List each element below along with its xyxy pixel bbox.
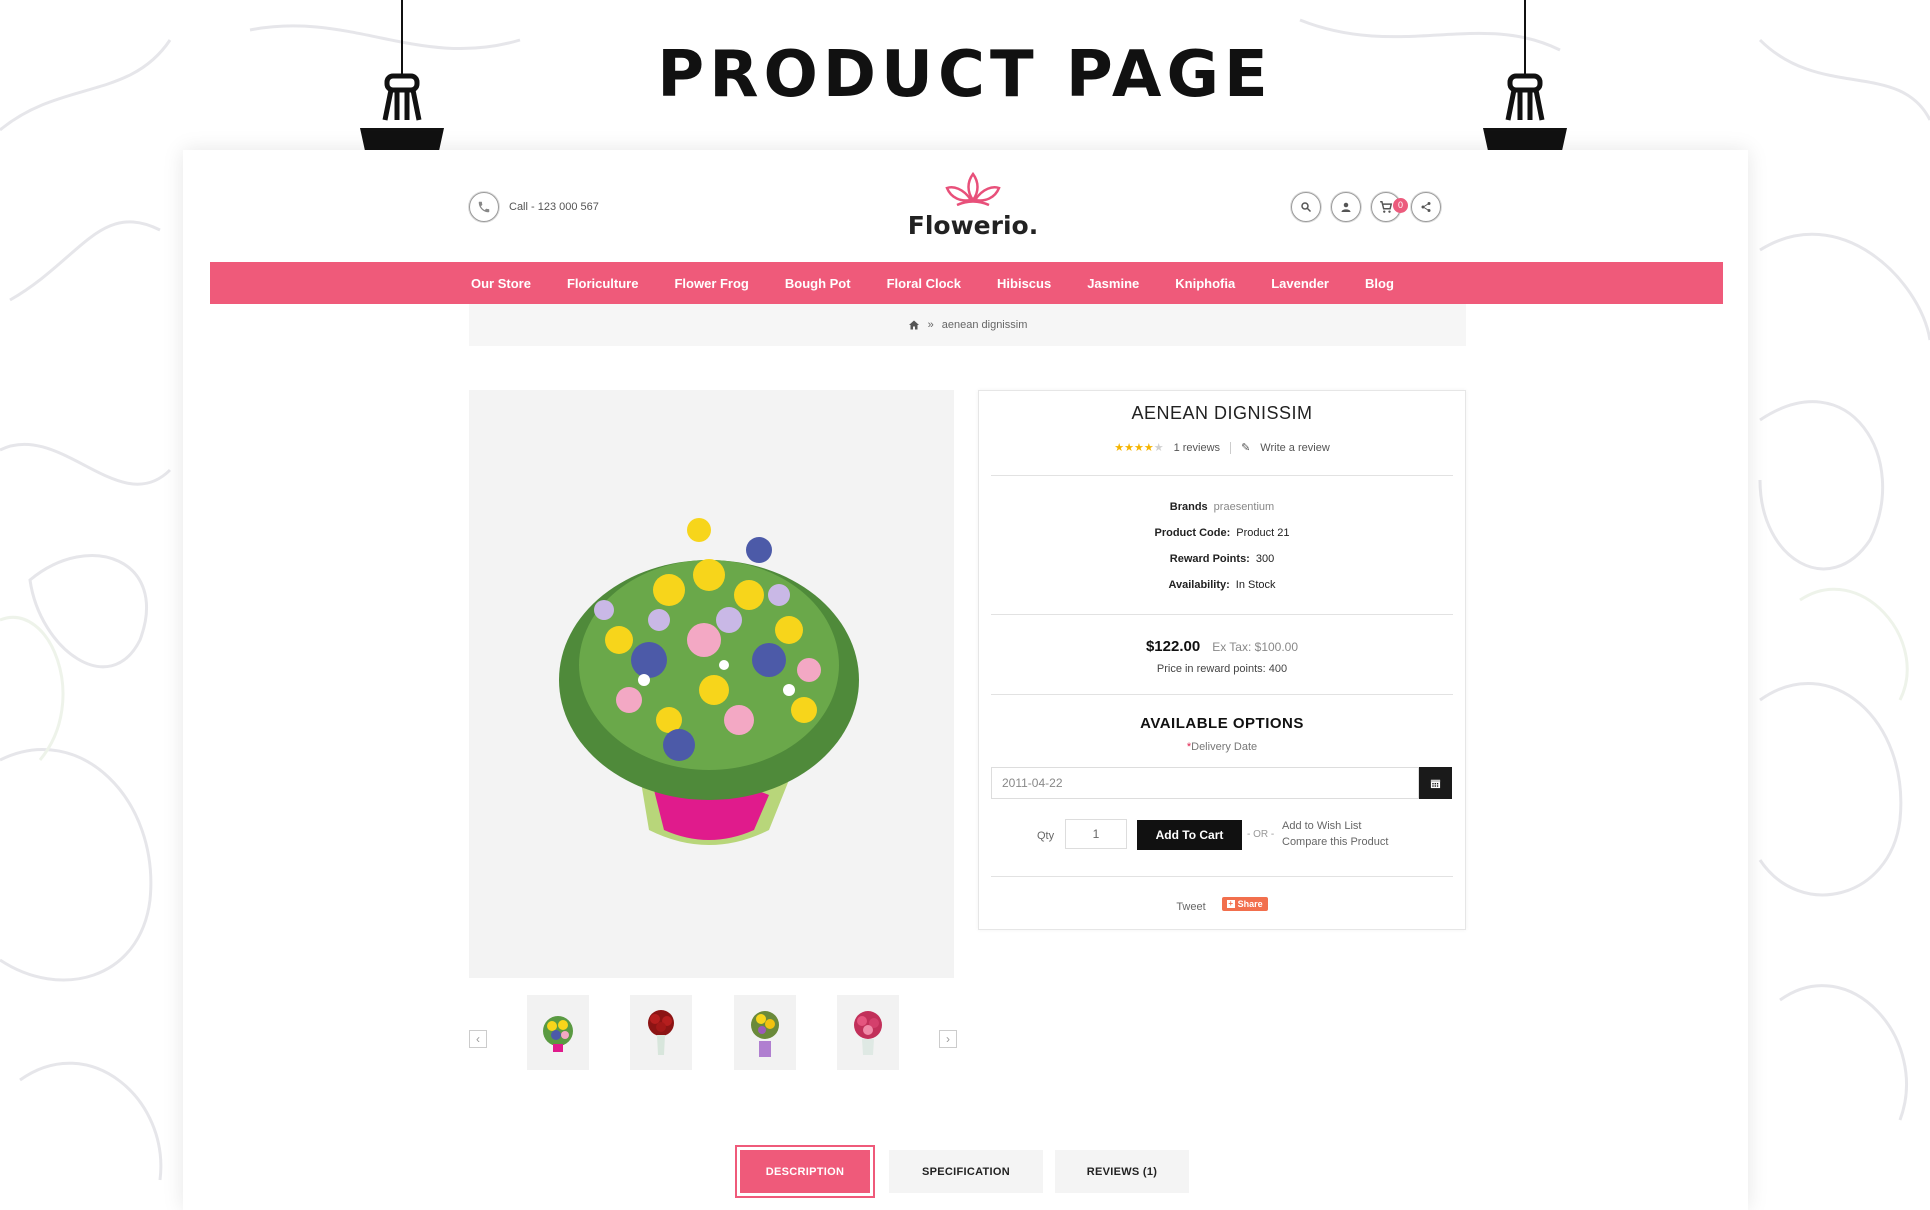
ex-tax-price: Ex Tax: $100.00 <box>1212 640 1299 654</box>
gallery-next-button[interactable]: › <box>939 1030 957 1048</box>
nav-item-jasmine[interactable]: Jasmine <box>1087 276 1139 291</box>
delivery-date-input[interactable] <box>991 767 1419 799</box>
qty-label: Qty <box>1037 830 1055 842</box>
thumbnail-bouquet-mixed <box>543 1015 573 1052</box>
pencil-icon: ✎ <box>1241 442 1251 454</box>
divider <box>991 614 1453 615</box>
share-button[interactable]: + Share <box>1221 897 1268 911</box>
search-icon[interactable] <box>1291 192 1321 222</box>
or-separator: - OR - <box>1247 829 1275 840</box>
nav-item-kniphofia[interactable]: Kniphofia <box>1175 276 1235 291</box>
nav-item-lavender[interactable]: Lavender <box>1271 276 1329 291</box>
star-empty-icon: ★ <box>1153 442 1164 454</box>
thumbnail-4[interactable] <box>837 995 899 1070</box>
thumbnail-bouquet-red-roses <box>648 1009 674 1055</box>
product-title: AENEAN DIGNISSIM <box>1131 403 1313 423</box>
nav-item-blog[interactable]: Blog <box>1365 276 1394 291</box>
rating-row: ★★★★★ 1 reviews ✎ Write a review <box>979 441 1465 454</box>
nav-item-floriculture[interactable]: Floriculture <box>567 276 639 291</box>
nav-item-hibiscus[interactable]: Hibiscus <box>997 276 1051 291</box>
product-page-sheet: Call - 123 000 567 Flowerio. 0 Our Store <box>183 150 1748 1210</box>
reviews-count-link[interactable]: 1 reviews <box>1174 442 1220 454</box>
cart-count-badge: 0 <box>1393 198 1408 213</box>
social-share-row: Tweet + Share <box>979 895 1465 913</box>
hanging-clip-left <box>360 0 444 164</box>
page-heading: PRODUCT PAGE <box>657 38 1273 112</box>
write-review-link[interactable]: Write a review <box>1260 442 1329 454</box>
star-icon: ★ <box>1114 442 1125 454</box>
divider <box>1230 441 1232 454</box>
tweet-link[interactable]: Tweet <box>1176 901 1205 913</box>
spec-product-code: Product Code: Product 21 <box>1154 527 1290 539</box>
price-row: $122.00 Ex Tax: $100.00 <box>979 638 1465 655</box>
flower-bouquet-image <box>559 518 859 845</box>
rating-stars: ★★★★★ <box>1114 441 1163 454</box>
tab-description[interactable]: DESCRIPTION <box>735 1145 875 1198</box>
product-info-panel: AENEAN DIGNISSIM ★★★★★ 1 reviews ✎ Write… <box>978 390 1466 930</box>
add-to-cart-button[interactable]: Add To Cart <box>1137 820 1242 850</box>
nav-item-our-store[interactable]: Our Store <box>471 276 531 291</box>
add-to-wishlist-link[interactable]: Add to Wish List <box>1282 818 1388 834</box>
divider <box>991 876 1453 877</box>
divider <box>991 694 1453 695</box>
logo-text: Flowerio. <box>907 211 1039 240</box>
spec-reward-points: Reward Points: 300 <box>1169 553 1275 565</box>
tab-specification[interactable]: SPECIFICATION <box>889 1150 1043 1193</box>
breadcrumb-separator: » <box>927 319 934 331</box>
phone-icon[interactable] <box>469 192 499 222</box>
spec-availability: Availability: In Stock <box>1168 579 1276 591</box>
call-text: Call - 123 000 567 <box>509 201 599 213</box>
thumbnail-3[interactable] <box>734 995 796 1070</box>
breadcrumb-current[interactable]: aenean dignissim <box>942 319 1028 331</box>
share-icon[interactable] <box>1411 192 1441 222</box>
star-icon: ★ <box>1124 442 1134 454</box>
spec-brand: Brands praesentium <box>1169 501 1275 513</box>
nav-item-flower-frog[interactable]: Flower Frog <box>674 276 748 291</box>
nav-item-bough-pot[interactable]: Bough Pot <box>785 276 851 291</box>
site-logo[interactable]: Flowerio. <box>903 171 1043 240</box>
call-info: Call - 123 000 567 <box>469 192 599 222</box>
thumbnail-gallery: ‹ › <box>469 995 969 1075</box>
home-icon[interactable] <box>908 319 920 331</box>
gallery-prev-button[interactable]: ‹ <box>469 1030 487 1048</box>
product-price: $122.00 <box>1145 638 1201 655</box>
main-navigation: Our Store Floriculture Flower Frog Bough… <box>210 262 1723 304</box>
plus-icon: + <box>1226 899 1235 908</box>
options-title: AVAILABLE OPTIONS <box>1140 715 1304 732</box>
user-icon[interactable] <box>1331 192 1361 222</box>
breadcrumb: » aenean dignissim <box>469 304 1466 346</box>
lotus-logo-icon <box>945 171 1001 207</box>
hanging-clip-right <box>1483 0 1567 164</box>
thumbnail-2[interactable] <box>630 995 692 1070</box>
main-product-image[interactable] <box>469 390 954 978</box>
delivery-date-label: *Delivery Date <box>1186 741 1258 753</box>
qty-input[interactable] <box>1065 819 1127 849</box>
tab-reviews[interactable]: REVIEWS (1) <box>1055 1150 1189 1193</box>
reward-price: Price in reward points: 400 <box>1156 663 1288 675</box>
star-icon: ★ <box>1143 442 1154 454</box>
header-actions: 0 <box>1291 192 1441 222</box>
divider <box>991 475 1453 476</box>
star-icon: ★ <box>1133 442 1144 454</box>
compare-product-link[interactable]: Compare this Product <box>1282 834 1388 850</box>
thumbnail-1[interactable] <box>527 995 589 1070</box>
calendar-icon <box>1430 779 1441 788</box>
nav-item-floral-clock[interactable]: Floral Clock <box>887 276 961 291</box>
secondary-actions: Add to Wish List Compare this Product <box>1282 818 1388 850</box>
calendar-button[interactable] <box>1419 767 1452 799</box>
thumbnail-bouquet-pink <box>854 1010 882 1055</box>
cart-button[interactable]: 0 <box>1371 192 1408 222</box>
thumbnail-bouquet-yellow <box>751 1010 779 1057</box>
